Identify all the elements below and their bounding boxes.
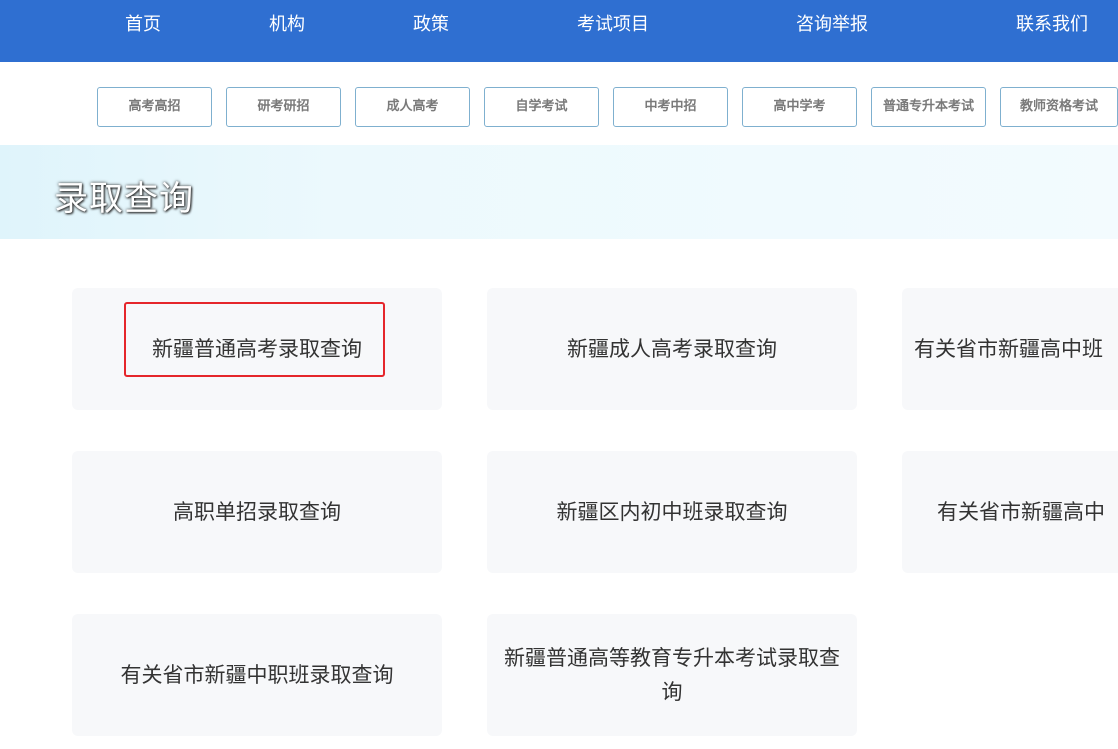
page-banner: 录取查询 xyxy=(0,145,1118,239)
card-label: 新疆成人高考录取查询 xyxy=(567,337,777,361)
exam-btn-upgrade[interactable]: 普通专升本考试 xyxy=(871,87,986,127)
card-label: 新疆普通高考录取查询 xyxy=(152,337,362,361)
exam-btn-teacher[interactable]: 教师资格考试 xyxy=(1000,87,1118,127)
card-mainland-xinjiang-vocational-class[interactable]: 有关省市新疆中职班录取查询 xyxy=(72,614,442,736)
nav-policy[interactable]: 政策 xyxy=(413,0,449,50)
exam-btn-adult[interactable]: 成人高考 xyxy=(355,87,470,127)
page-title: 录取查询 xyxy=(54,179,194,219)
exam-btn-zhongkao[interactable]: 中考中招 xyxy=(613,87,728,127)
exam-btn-highschool[interactable]: 高中学考 xyxy=(742,87,857,127)
nav-contact[interactable]: 联系我们 xyxy=(1016,0,1088,50)
card-label: 有关省市新疆高中班 xyxy=(914,337,1103,361)
exam-btn-self-study[interactable]: 自学考试 xyxy=(484,87,599,127)
top-navigation: 首页 机构 政策 考试项目 咨询举报 联系我们 xyxy=(0,0,1118,62)
card-xinjiang-gaokao-admission[interactable]: 新疆普通高考录取查询 xyxy=(72,288,442,410)
exam-btn-graduate[interactable]: 研考研招 xyxy=(226,87,341,127)
nav-institutions[interactable]: 机构 xyxy=(269,0,305,50)
card-mainland-xinjiang-highschool-class[interactable]: 有关省市新疆高中班 xyxy=(902,288,1118,410)
nav-consult-report[interactable]: 咨询举报 xyxy=(796,0,868,50)
card-vocational-single-admission[interactable]: 高职单招录取查询 xyxy=(72,451,442,573)
card-label: 新疆区内初中班录取查询 xyxy=(556,500,788,524)
card-mainland-xinjiang-highschool[interactable]: 有关省市新疆高中 xyxy=(902,451,1118,573)
card-label: 有关省市新疆中职班录取查询 xyxy=(120,663,394,687)
nav-home[interactable]: 首页 xyxy=(125,0,161,50)
card-xinjiang-middleschool-class[interactable]: 新疆区内初中班录取查询 xyxy=(487,451,857,573)
card-xinjiang-upgrade-exam-admission[interactable]: 新疆普通高等教育专升本考试录取查询 xyxy=(487,614,857,736)
card-xinjiang-adult-admission[interactable]: 新疆成人高考录取查询 xyxy=(487,288,857,410)
card-label: 有关省市新疆高中 xyxy=(937,500,1105,524)
card-label: 高职单招录取查询 xyxy=(173,500,341,524)
exam-btn-gaokao[interactable]: 高考高招 xyxy=(97,87,212,127)
nav-exam-projects[interactable]: 考试项目 xyxy=(577,0,649,50)
card-label: 新疆普通高等教育专升本考试录取查询 xyxy=(504,646,840,704)
